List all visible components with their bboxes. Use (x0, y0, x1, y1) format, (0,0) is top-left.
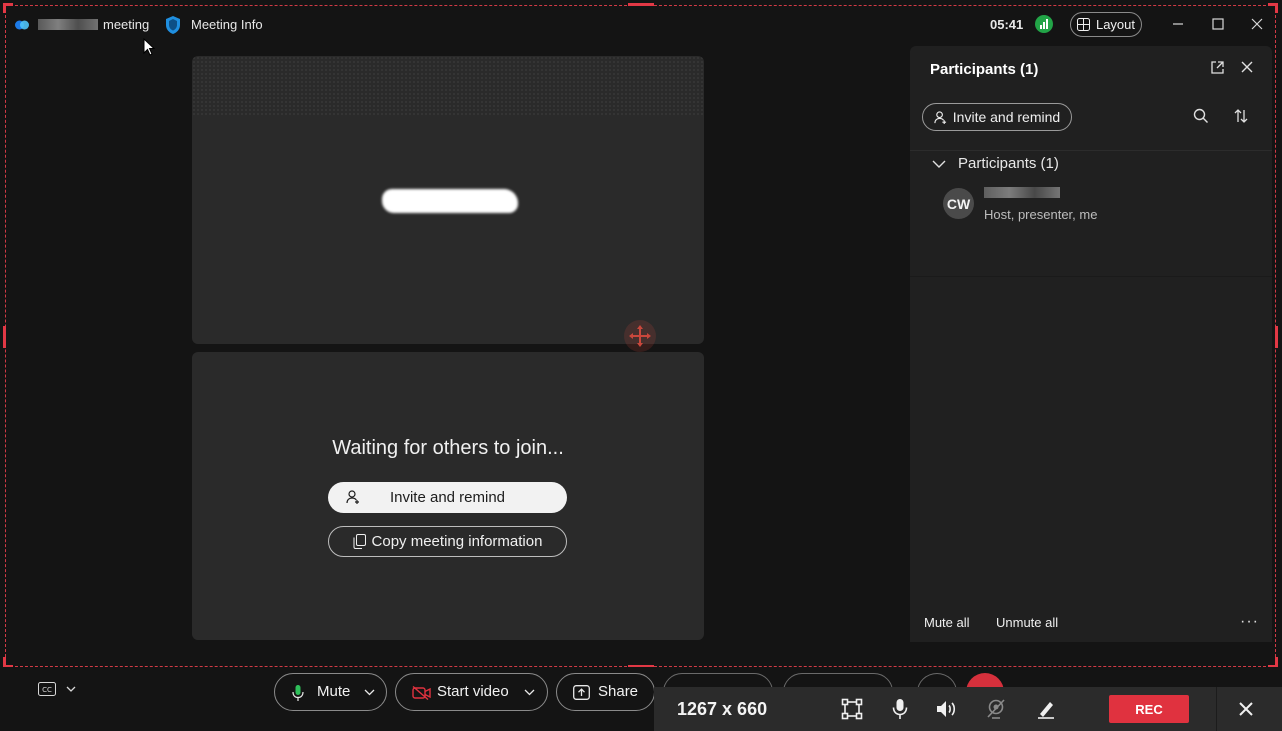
frame-corner-tr-v (1275, 3, 1278, 13)
panel-invite-label: Invite and remind (952, 109, 1061, 125)
frame-handle-left[interactable] (3, 326, 6, 348)
meeting-timer: 05:41 (990, 17, 1024, 32)
video-off-icon (412, 686, 431, 700)
chevron-down-icon (932, 160, 946, 168)
pen-icon[interactable] (1034, 697, 1058, 721)
pop-out-icon[interactable] (1210, 60, 1225, 75)
select-region-icon[interactable] (840, 697, 864, 721)
copy-icon (353, 534, 366, 549)
chevron-down-icon[interactable] (364, 689, 375, 696)
more-options-button[interactable]: ··· (1240, 613, 1259, 631)
shield-icon[interactable] (164, 15, 182, 35)
avatar[interactable]: CW (943, 188, 974, 219)
waiting-message: Waiting for others to join... (332, 437, 564, 459)
chevron-down-icon (66, 686, 76, 692)
capture-size-readout: 1267 x 660 (677, 699, 768, 719)
copy-meeting-info-label: Copy meeting information (371, 533, 543, 550)
share-button[interactable]: Share (556, 673, 655, 711)
share-label: Share (598, 683, 639, 700)
add-person-icon (934, 110, 946, 124)
frame-corner-bl-v (3, 657, 6, 667)
layout-label: Layout (1095, 17, 1136, 32)
frame-handle-top[interactable] (628, 3, 654, 6)
host-name-redacted (38, 19, 98, 30)
list-divider (910, 276, 1272, 277)
panel-divider (910, 150, 1272, 151)
self-video-tile[interactable] (192, 56, 704, 344)
maximize-button[interactable] (1208, 14, 1228, 34)
close-window-button[interactable] (1247, 14, 1267, 34)
webex-logo-icon (15, 20, 29, 30)
participants-group-label: Participants (1) (958, 155, 1059, 172)
mute-all-button[interactable]: Mute all (924, 615, 970, 630)
video-texture (192, 56, 704, 116)
closed-captions-button[interactable]: CC (38, 682, 76, 696)
participants-panel: Participants (1) Invite and remind Parti… (910, 46, 1272, 642)
sort-icon[interactable] (1233, 108, 1249, 124)
start-video-label: Start video (437, 683, 509, 700)
title-bar: meeting Meeting Info 05:41 Layout (0, 0, 1282, 50)
share-screen-icon (573, 685, 590, 700)
move-icon[interactable] (624, 320, 656, 352)
participants-panel-title: Participants (1) (930, 61, 1039, 78)
start-video-button[interactable]: Start video (395, 673, 548, 711)
participant-role: Host, presenter, me (984, 207, 1098, 222)
search-icon[interactable] (1193, 108, 1209, 124)
chevron-down-icon[interactable] (524, 689, 535, 696)
copy-meeting-info-button[interactable]: Copy meeting information (328, 526, 567, 557)
invite-and-remind-label: Invite and remind (389, 489, 506, 506)
svg-text:CC: CC (42, 686, 52, 694)
meeting-title: meeting (103, 17, 150, 32)
toolbar-separator (1216, 687, 1217, 731)
mute-button[interactable]: Mute (274, 673, 387, 711)
grid-icon (1076, 18, 1090, 31)
mouse-cursor-icon (143, 38, 155, 56)
frame-corner-tl-v (3, 3, 6, 13)
closed-captions-icon: CC (38, 682, 56, 696)
participant-name-redacted (382, 189, 518, 213)
waiting-tile: Waiting for others to join... Invite and… (192, 352, 704, 640)
close-recorder-icon[interactable] (1234, 697, 1258, 721)
participants-group-header[interactable]: Participants (1) (932, 155, 1059, 172)
speaker-icon[interactable] (935, 697, 959, 721)
webcam-off-icon[interactable] (984, 697, 1008, 721)
layout-button[interactable]: Layout (1070, 12, 1142, 37)
unmute-all-button[interactable]: Unmute all (996, 615, 1058, 630)
frame-handle-right[interactable] (1275, 326, 1278, 348)
meeting-info-link[interactable]: Meeting Info (191, 17, 263, 32)
screen-recorder-toolbar: 1267 x 660 REC (654, 687, 1282, 731)
frame-corner-br-v (1275, 657, 1278, 667)
participant-name-redacted (984, 187, 1060, 198)
mute-label: Mute (317, 683, 351, 700)
microphone-icon[interactable] (888, 697, 912, 721)
microphone-icon (292, 685, 304, 701)
panel-invite-and-remind-button[interactable]: Invite and remind (922, 103, 1072, 131)
invite-and-remind-button[interactable]: Invite and remind (328, 482, 567, 513)
connection-signal-icon[interactable] (1035, 15, 1053, 33)
record-button[interactable]: REC (1109, 695, 1189, 723)
add-person-icon (346, 490, 359, 504)
minimize-button[interactable] (1168, 14, 1188, 34)
close-panel-icon[interactable] (1240, 60, 1254, 74)
